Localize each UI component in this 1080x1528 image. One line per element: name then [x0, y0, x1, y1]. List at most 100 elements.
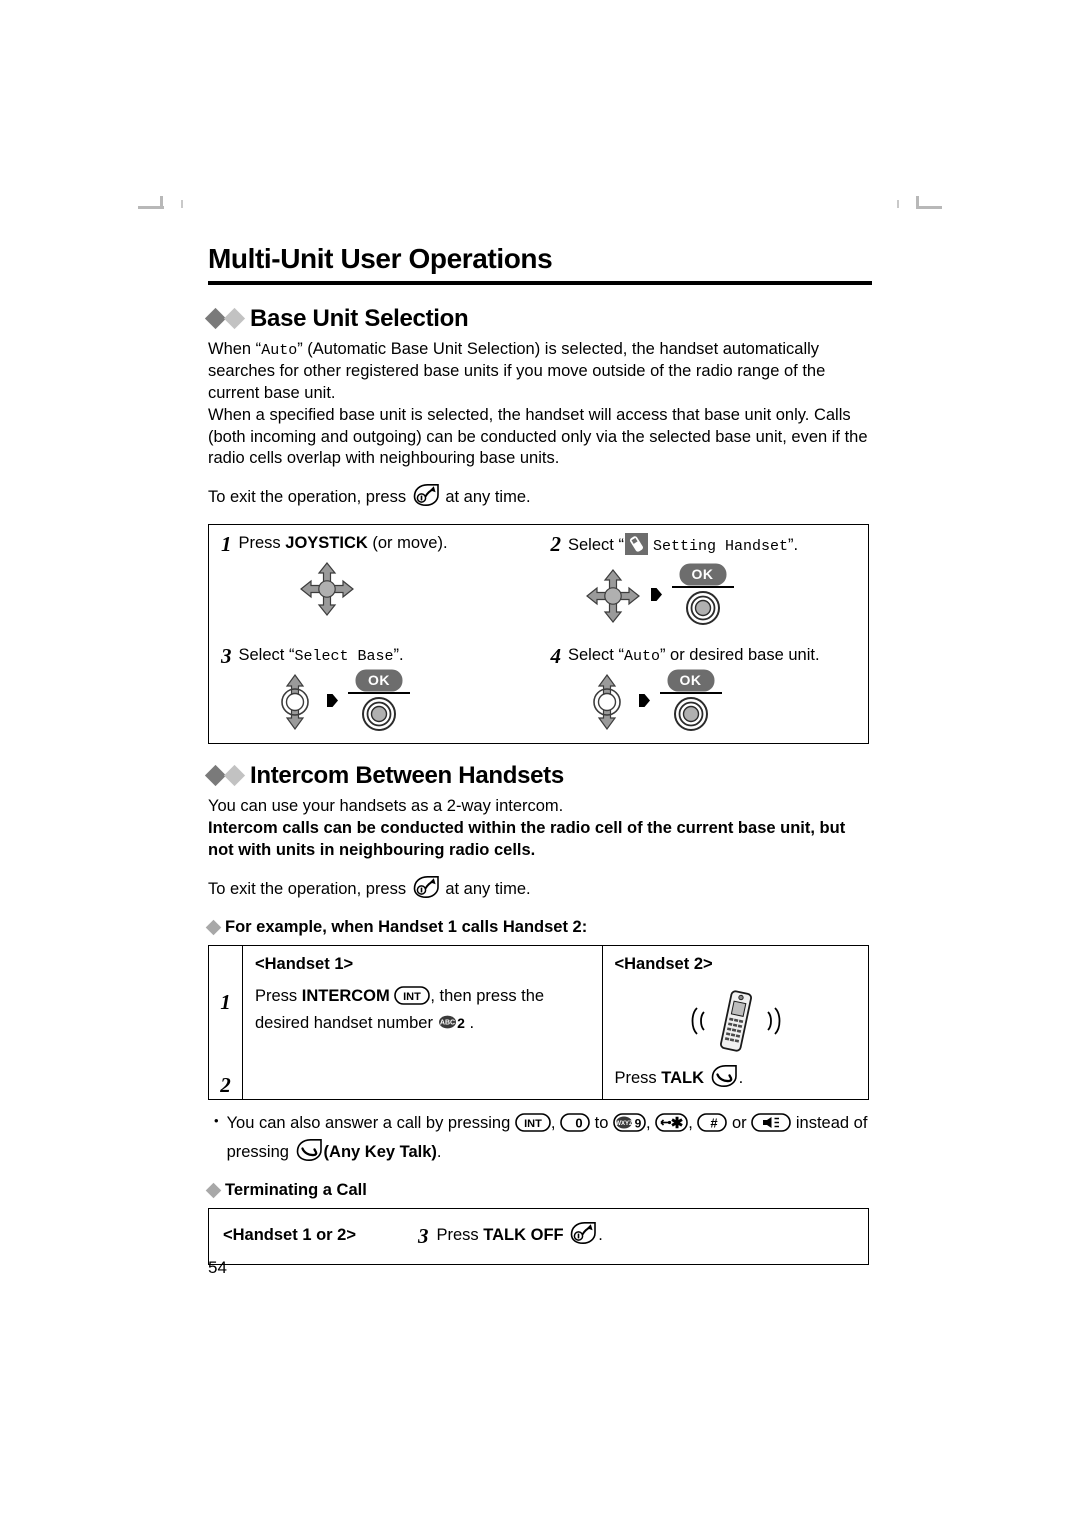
step-3-icons: OK	[221, 671, 531, 733]
step-row-2: 3 Select “Select Base”. OK 4 Select “Aut…	[209, 637, 868, 743]
crop-mark-top-left-tick	[181, 200, 183, 208]
abc2-key-icon: ABC 2	[438, 1012, 470, 1038]
setting-handset-icon	[624, 533, 648, 561]
note-to: to	[594, 1113, 609, 1132]
crop-mark-top-right-tick	[897, 200, 899, 208]
step-4-pre: Select “	[568, 645, 624, 664]
step-cell-4: 4 Select “Auto” or desired base unit. OK	[539, 637, 869, 743]
step-2-post: ”.	[787, 536, 799, 555]
handset-2-step-2: Press TALK .	[615, 1064, 859, 1094]
row2-bold-talk: TALK	[661, 1069, 705, 1088]
svg-text:ABC: ABC	[439, 1020, 454, 1027]
para1-pre: When “	[208, 339, 262, 358]
ok-underline	[348, 692, 410, 695]
note-comma-3: ,	[688, 1113, 693, 1132]
intercom-exit-post: at any time.	[445, 879, 531, 898]
term-post: .	[598, 1226, 603, 1245]
arrow-right-icon	[638, 693, 651, 711]
handset-1-column: <Handset 1> Press INTERCOM INT , then pr…	[243, 946, 603, 1099]
row2-post: .	[738, 1069, 744, 1088]
talk-off-key-icon	[411, 875, 441, 906]
table-row-number: 1	[220, 990, 231, 1015]
svg-text:2: 2	[457, 1015, 465, 1031]
diamond-light-icon	[223, 308, 246, 330]
talk-off-key-icon	[568, 1221, 598, 1250]
page-number: 54	[208, 1258, 227, 1277]
term-bold: TALK OFF	[483, 1226, 564, 1245]
para1-mono-auto: Auto	[261, 341, 298, 359]
joystick-4way-icon	[585, 568, 641, 624]
handset-2-header: <Handset 2>	[614, 955, 713, 974]
star-key-icon: ✱	[655, 1113, 689, 1138]
joystick-4way-icon	[299, 561, 355, 617]
step-4-post: ” or desired base unit.	[659, 645, 820, 664]
wxyz9-key-icon: WXYZ 9	[613, 1113, 646, 1138]
note-comma-1: ,	[550, 1113, 556, 1132]
any-key-talk-note: • You can also answer a call by pressing…	[208, 1112, 872, 1169]
note-post: .	[436, 1143, 442, 1162]
step-3-pre: Select “	[238, 645, 295, 664]
table-row-number: 2	[220, 1073, 231, 1098]
step-3-mono: Select Base	[294, 647, 394, 665]
intercom-paragraph-bold: Intercom calls can be conducted within t…	[208, 818, 846, 859]
svg-text:9: 9	[635, 1116, 642, 1130]
base-unit-exit-line: To exit the operation, press at any time…	[208, 483, 872, 514]
ok-dial-icon	[362, 697, 396, 732]
step-1-bold: JOYSTICK	[285, 534, 368, 553]
terminating-a-call-box: <Handset 1 or 2> 3 Press TALK OFF .	[208, 1208, 869, 1266]
ok-dial-icon	[673, 697, 708, 732]
section-title-text: Base Unit Selection	[250, 304, 469, 332]
ok-dial-icon	[685, 591, 720, 626]
terminating-handset-label: <Handset 1 or 2>	[223, 1226, 356, 1245]
section-heading-base-unit-selection: Base Unit Selection	[204, 304, 872, 333]
step-3-instruction: Select “Select Base”.	[239, 645, 404, 667]
handset-1-step-1: Press INTERCOM INT , then press the desi…	[255, 986, 592, 1038]
step-3-number: 3	[221, 643, 232, 668]
step-cell-2: 2 Select “ Setting Handset”. OK	[539, 525, 869, 637]
diamond-dark-icon	[204, 765, 227, 787]
row1-post: .	[469, 1013, 475, 1032]
handset-example-table: 1 2 <Handset 1> Press INTERCOM INT , the…	[208, 945, 869, 1100]
diamond-dark-icon	[204, 308, 227, 330]
step-2-instruction: Select “ Setting Handset”.	[568, 533, 798, 561]
arrow-right-icon	[326, 693, 339, 711]
diamond-small-icon	[205, 1183, 222, 1199]
example-heading-text: For example, when Handset 1 calls Handse…	[225, 918, 588, 937]
step-1-instruction: Press JOYSTICK (or move).	[239, 533, 448, 554]
exit-post-text: at any time.	[445, 488, 531, 507]
chapter-rule	[208, 280, 872, 285]
step-1-number: 1	[221, 532, 232, 557]
page-content: Multi-Unit User Operations Base Unit Sel…	[204, 243, 872, 1266]
step-4-instruction: Select “Auto” or desired base unit.	[568, 645, 820, 667]
base-unit-step-box: 1 Press JOYSTICK (or move). 2 Select “ S…	[208, 524, 869, 744]
crop-mark-top-right-vertical	[916, 196, 919, 208]
ok-button-icon: OK	[659, 671, 722, 732]
row2-pre: Press	[614, 1069, 662, 1088]
handset-1-header: <Handset 1>	[255, 955, 354, 974]
note-pre: You can also answer a call by pressing	[226, 1113, 511, 1132]
step-2-pre: Select “	[568, 536, 624, 555]
ok-button-icon: OK	[348, 671, 410, 732]
talk-key-icon	[709, 1064, 739, 1094]
note-text: You can also answer a call by pressing I…	[227, 1112, 872, 1169]
document-page: Multi-Unit User Operations Base Unit Sel…	[0, 0, 1080, 1528]
ok-underline	[671, 586, 734, 589]
terminating-step-text: Press TALK OFF .	[437, 1221, 603, 1250]
step-4-number: 4	[550, 643, 562, 668]
crop-mark-top-left-vertical	[160, 196, 163, 208]
svg-text:0: 0	[575, 1115, 582, 1130]
step-2-number: 2	[550, 532, 562, 557]
zero-key-icon: 0	[560, 1113, 590, 1138]
step-3-text: 3 Select “Select Base”.	[221, 645, 531, 667]
ringing-handset-icon	[684, 986, 788, 1061]
step-row-1: 1 Press JOYSTICK (or move). 2 Select “ S…	[209, 525, 868, 637]
step-1-pre: Press	[238, 534, 286, 553]
intercom-exit-pre: To exit the operation, press	[208, 879, 407, 898]
section-heading-intercom: Intercom Between Handsets	[204, 761, 872, 790]
svg-text:✱: ✱	[671, 1115, 684, 1132]
step-cell-1: 1 Press JOYSTICK (or move).	[209, 525, 539, 637]
intercom-title-text: Intercom Between Handsets	[250, 761, 564, 789]
table-row-number-column: 1 2	[209, 946, 243, 1099]
talk-key-icon	[294, 1138, 324, 1168]
ok-label: OK	[680, 565, 725, 585]
